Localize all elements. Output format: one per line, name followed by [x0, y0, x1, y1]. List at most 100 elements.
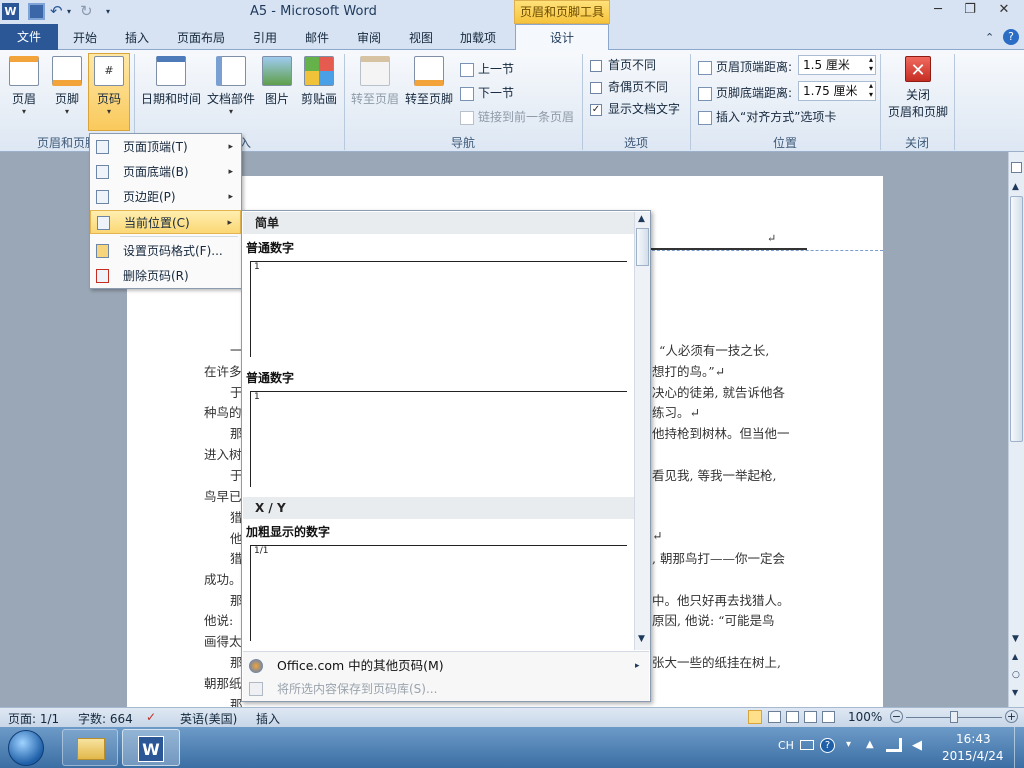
proofing-icon[interactable]: ✓ [146, 710, 156, 724]
menu-item-remove-page-numbers[interactable]: 删除页码(R) [90, 264, 241, 288]
full-screen-view-icon[interactable] [768, 711, 781, 723]
gallery-scrollbar[interactable]: ▲ ▼ [634, 212, 650, 650]
header-distance-input[interactable]: 1.5 厘米 ▴ ▾ [798, 55, 876, 75]
different-first-page-checkbox[interactable]: 首页不同 [590, 56, 656, 76]
page-count[interactable]: 页面: 1/1 [8, 710, 59, 727]
word-count[interactable]: 字数: 664 [78, 710, 133, 727]
scroll-thumb[interactable] [1010, 196, 1023, 442]
scroll-thumb[interactable] [636, 228, 649, 266]
tab-home[interactable]: 开始 [62, 27, 108, 49]
print-layout-view-icon[interactable] [748, 710, 762, 724]
scroll-up-arrow[interactable]: ▲ [1012, 182, 1019, 192]
clock-date[interactable]: 2015/4/24 [942, 749, 1004, 763]
menu-item-page-margins[interactable]: 页边距(P) ▸ [90, 185, 241, 209]
clipart-button[interactable]: 剪贴画 [298, 54, 340, 126]
zoom-in-icon[interactable]: + [1005, 710, 1018, 723]
close-header-footer-button[interactable]: ✕ 关闭 页眉和页脚 [884, 54, 952, 126]
submenu-arrow-icon: ▸ [228, 192, 233, 202]
windows-taskbar: W CH ? ▾ ▲ ◀ 16:43 2015/4/24 [0, 727, 1024, 768]
keyboard-icon[interactable] [800, 740, 814, 750]
gallery-item-plain-number-2[interactable]: 1 [250, 391, 627, 487]
vertical-scrollbar[interactable]: ▲ ▼ ▲ ○ ▼ [1008, 152, 1024, 707]
draft-view-icon[interactable] [822, 711, 835, 723]
tab-references[interactable]: 引用 [242, 27, 288, 49]
goto-footer-button[interactable]: 转至页脚 [402, 54, 456, 126]
previous-section-button[interactable]: 上一节 [460, 60, 514, 80]
insert-mode-indicator[interactable]: 插入 [256, 710, 280, 727]
previous-page-icon[interactable]: ▲ [1012, 652, 1018, 661]
spinner-arrows-icon[interactable]: ▴ ▾ [869, 55, 873, 73]
save-icon[interactable] [28, 3, 45, 20]
menu-item-current-position[interactable]: 当前位置(C) ▸ [90, 210, 241, 234]
undo-icon[interactable]: ↶ [50, 3, 67, 20]
tab-design[interactable]: 设计 [515, 24, 609, 51]
ruler-toggle-icon[interactable] [1011, 162, 1022, 173]
tab-file[interactable]: 文件 [0, 24, 58, 50]
link-to-previous-button[interactable]: 链接到前一条页眉 [460, 108, 574, 128]
doc-left-fragment: 在许多 [204, 364, 242, 379]
word-app-icon[interactable]: W [2, 3, 19, 20]
volume-icon[interactable]: ◀ [912, 738, 922, 753]
show-desktop-button[interactable] [1014, 727, 1024, 768]
redo-icon[interactable]: ↻ [80, 3, 97, 20]
minimize-button[interactable]: ─ [924, 2, 952, 20]
footer-button[interactable]: 页脚 ▾ [50, 54, 84, 126]
header-button[interactable]: 页眉 ▾ [6, 54, 42, 126]
ime-help-icon[interactable]: ? [820, 738, 835, 753]
scroll-down-arrow[interactable]: ▼ [1012, 634, 1019, 644]
input-method-indicator[interactable]: CH [778, 739, 794, 752]
help-icon[interactable]: ? [1003, 29, 1019, 45]
more-page-numbers-office-com[interactable]: Office.com 中的其他页码(M) ▸ [247, 655, 647, 677]
page-number-button[interactable]: # 页码 ▾ [88, 53, 130, 131]
picture-button[interactable]: 图片 [260, 54, 294, 126]
start-button[interactable] [8, 730, 44, 766]
gallery-item-plain-number-1[interactable]: 1 [250, 261, 627, 357]
ime-options-icon[interactable]: ▾ [846, 739, 851, 750]
doc-line-2: 想打的鸟。”↵ [652, 364, 726, 379]
zoom-out-icon[interactable]: − [890, 710, 903, 723]
outline-view-icon[interactable] [804, 711, 817, 723]
web-layout-view-icon[interactable] [786, 711, 799, 723]
tab-addins[interactable]: 加载项 [450, 27, 506, 49]
close-window-button[interactable]: ✕ [990, 2, 1018, 20]
header-boundary-line [647, 250, 883, 251]
zoom-slider-thumb[interactable] [950, 711, 958, 723]
clock-time[interactable]: 16:43 [956, 732, 991, 746]
tab-view[interactable]: 视图 [398, 27, 444, 49]
show-hidden-icons[interactable]: ▲ [866, 739, 874, 750]
document-parts-button[interactable]: 文档部件 ▾ [204, 54, 258, 126]
network-icon[interactable] [886, 738, 902, 752]
menu-item-top-of-page[interactable]: 页面顶端(T) ▸ [90, 135, 241, 159]
spinner-arrows-icon[interactable]: ▴ ▾ [869, 81, 873, 99]
tab-insert[interactable]: 插入 [114, 27, 160, 49]
different-odd-even-checkbox[interactable]: 奇偶页不同 [590, 78, 668, 98]
menu-item-format-page-numbers[interactable]: 设置页码格式(F)... [90, 239, 241, 263]
insert-alignment-tab-button[interactable]: 插入“对齐方式”选项卡 [698, 108, 836, 128]
tab-review[interactable]: 审阅 [346, 27, 392, 49]
page-number-icon: # [94, 56, 124, 86]
goto-header-button[interactable]: 转至页眉 [348, 54, 402, 126]
undo-dropdown-icon[interactable]: ▾ [67, 3, 75, 20]
scroll-down-arrow[interactable]: ▼ [638, 634, 645, 644]
footer-distance-input[interactable]: 1.75 厘米 ▴ ▾ [798, 81, 876, 101]
gallery-item-bold-number[interactable]: 1/1 [250, 545, 627, 641]
restore-button[interactable]: ❐ [956, 2, 984, 20]
tab-page-layout[interactable]: 页面布局 [168, 27, 234, 49]
date-time-button[interactable]: 日期和时间 [138, 54, 204, 126]
next-section-button[interactable]: 下一节 [460, 84, 514, 104]
next-page-icon[interactable]: ▼ [1012, 688, 1018, 697]
format-page-numbers-icon [96, 244, 109, 258]
language-indicator[interactable]: 英语(美国) [180, 710, 237, 727]
previous-section-icon [460, 62, 474, 77]
minimize-ribbon-icon[interactable]: ⌃ [985, 31, 994, 44]
zoom-level[interactable]: 100% [848, 710, 882, 724]
scroll-up-arrow[interactable]: ▲ [638, 214, 645, 224]
save-selection-to-gallery[interactable]: 将所选内容保存到页码库(S)... [247, 679, 647, 699]
taskbar-word-button[interactable]: W [122, 729, 180, 766]
show-document-text-checkbox[interactable]: ✓ 显示文档文字 [590, 100, 680, 120]
menu-item-bottom-of-page[interactable]: 页面底端(B) ▸ [90, 160, 241, 184]
browse-object-icon[interactable]: ○ [1012, 670, 1020, 680]
taskbar-explorer-button[interactable] [62, 729, 118, 766]
customize-qat-icon[interactable]: ▾ [106, 3, 116, 20]
tab-mailings[interactable]: 邮件 [294, 27, 340, 49]
